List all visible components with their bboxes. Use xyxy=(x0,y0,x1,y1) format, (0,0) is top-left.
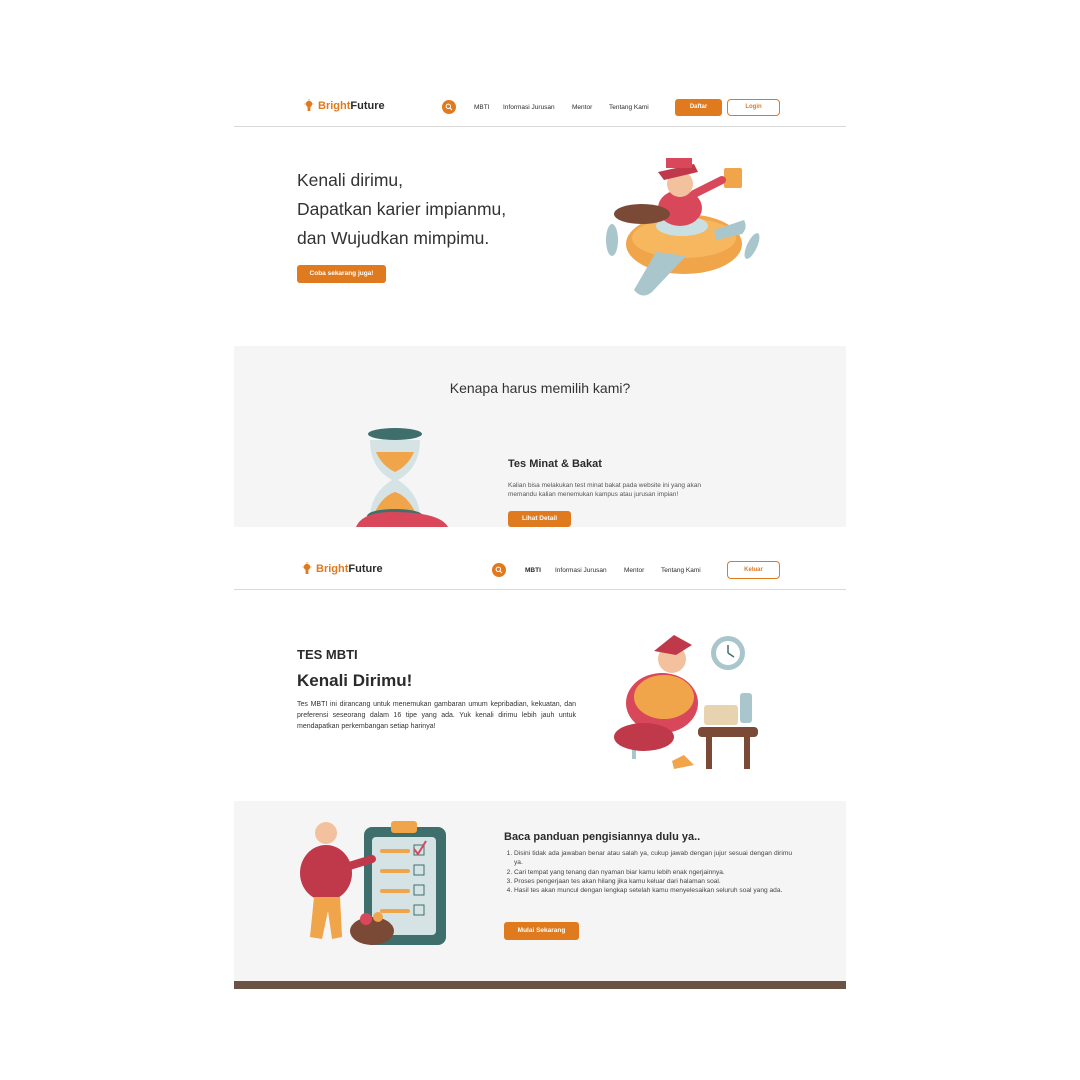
section-label: TES MBTI xyxy=(297,647,358,662)
hero-headline-line-2: Dapatkan karier impianmu, xyxy=(297,199,507,219)
hero-headline-line-3: dan Wujudkan mimpimu. xyxy=(297,228,490,248)
brand-logo[interactable]: BrightFuture xyxy=(302,562,383,576)
feature-title: Tes Minat & Bakat xyxy=(508,458,602,470)
mbti-test-screen: BrightFuture MBTI Informasi Jurusan Ment… xyxy=(234,527,846,989)
hourglass-illustration xyxy=(356,428,448,527)
nav-link-mbti[interactable]: MBTI xyxy=(525,567,541,574)
guide-section: Baca panduan pengisiannya dulu ya.. Disi… xyxy=(234,801,846,981)
page-title: Kenali Dirimu! xyxy=(297,671,413,690)
studying-character-illustration xyxy=(614,635,758,769)
airplane-graduate-illustration xyxy=(606,158,760,296)
search-button[interactable] xyxy=(492,563,506,577)
logout-button[interactable]: Keluar xyxy=(727,561,780,579)
nav-link-mentor[interactable]: Mentor xyxy=(624,567,644,574)
nav-link-mbti[interactable]: MBTI xyxy=(474,104,490,111)
guide-title: Baca panduan pengisiannya dulu ya.. xyxy=(504,831,701,843)
brand-name-bright: Bright xyxy=(318,100,351,112)
lightbulb-icon xyxy=(302,562,312,574)
view-detail-button[interactable]: Lihat Detail xyxy=(508,511,571,527)
guide-item: Proses pengerjaan tes akan hilang jika k… xyxy=(514,877,792,886)
nav-link-tentang-kami[interactable]: Tentang Kami xyxy=(609,104,649,111)
nav-link-informasi-jurusan[interactable]: Informasi Jurusan xyxy=(555,567,607,574)
search-icon xyxy=(495,566,503,574)
landing-page-screen: BrightFuture MBTI Informasi Jurusan Ment… xyxy=(234,88,846,527)
login-button[interactable]: Login xyxy=(727,99,780,116)
guide-item: Hasil tes akan muncul dengan lengkap set… xyxy=(514,886,792,895)
brand-name-future: Future xyxy=(350,100,385,112)
try-now-button[interactable]: Coba sekarang juga! xyxy=(297,265,386,283)
hero-headline-line-1: Kenali dirimu, xyxy=(297,170,404,190)
brand-name-future: Future xyxy=(348,563,383,575)
search-button[interactable] xyxy=(442,100,456,114)
navbar: BrightFuture MBTI Informasi Jurusan Ment… xyxy=(234,551,846,590)
nav-link-tentang-kami[interactable]: Tentang Kami xyxy=(661,567,701,574)
nav-link-informasi-jurusan[interactable]: Informasi Jurusan xyxy=(503,104,555,111)
register-button[interactable]: Daftar xyxy=(675,99,722,116)
mbti-description: Tes MBTI ini dirancang untuk menemukan g… xyxy=(297,701,576,730)
guide-item: Cari tempat yang tenang dan nyaman biar … xyxy=(514,868,792,877)
start-now-button[interactable]: Mulai Sekarang xyxy=(504,922,579,940)
why-choose-us-section: Kenapa harus memilih kami? Tes Minat & B… xyxy=(234,346,846,527)
brand-logo[interactable]: BrightFuture xyxy=(304,99,385,113)
search-icon xyxy=(445,103,453,111)
feature-description: Kalian bisa melakukan test minat bakat p… xyxy=(508,482,701,498)
lightbulb-icon xyxy=(304,99,314,111)
why-choose-us-title: Kenapa harus memilih kami? xyxy=(449,380,631,396)
guide-list: Disini tidak ada jawaban benar atau sala… xyxy=(504,849,792,895)
footer-bar xyxy=(234,981,846,989)
navbar: BrightFuture MBTI Informasi Jurusan Ment… xyxy=(234,88,846,127)
guide-item: Disini tidak ada jawaban benar atau sala… xyxy=(514,849,792,868)
teacher-checklist-illustration xyxy=(300,821,446,945)
brand-name-bright: Bright xyxy=(316,563,349,575)
nav-link-mentor[interactable]: Mentor xyxy=(572,104,592,111)
